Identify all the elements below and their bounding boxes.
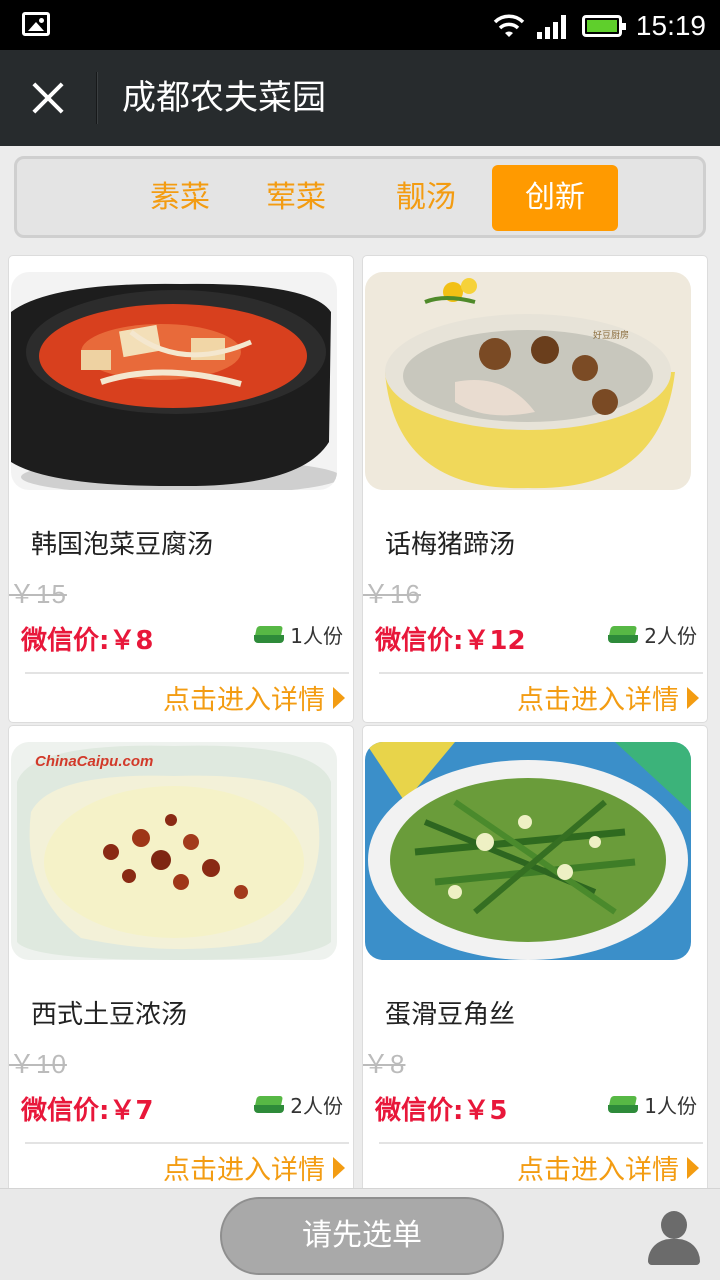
page-title: 成都农夫菜园 (122, 78, 326, 118)
divider (25, 1142, 349, 1144)
arrow-right-icon (333, 1156, 345, 1179)
watermark-text: ChinaCaipu.com (35, 753, 153, 770)
status-icons: 15:19 (492, 6, 706, 46)
wechat-price: 微信价:￥12 (375, 626, 526, 656)
dish-card[interactable]: ChinaCaipu.com 西式土豆浓汤 ￥10 微信价:￥7 2人份 点击进… (8, 725, 354, 1193)
view-details-link[interactable]: 点击进入详情 (163, 1148, 345, 1187)
signal-icon (536, 15, 566, 39)
tab-soup[interactable]: 靓汤 (361, 165, 491, 231)
serving-tray-icon (254, 626, 285, 644)
close-icon[interactable] (24, 74, 72, 122)
view-details-label: 点击进入详情 (163, 1155, 325, 1186)
dish-image[interactable]: 好豆厨房 (365, 272, 691, 490)
wechat-price: 微信价:￥8 (21, 626, 154, 656)
original-price: ￥8 (363, 1049, 406, 1079)
dish-image[interactable]: ChinaCaipu.com (11, 742, 337, 960)
tab-meat[interactable]: 荤菜 (231, 165, 361, 231)
wechat-price: 微信价:￥7 (21, 1096, 154, 1126)
serving-size: 2人份 (254, 1090, 343, 1119)
tab-vegetable[interactable]: 素菜 (115, 165, 245, 231)
dish-card[interactable]: 韩国泡菜豆腐汤 ￥15 微信价:￥8 1人份 点击进入详情 (8, 255, 354, 723)
dish-image[interactable] (365, 742, 691, 960)
divider (25, 672, 349, 674)
wechat-price: 微信价:￥5 (375, 1096, 508, 1126)
image-notification-icon (22, 12, 50, 36)
dish-name: 韩国泡菜豆腐汤 (31, 530, 214, 560)
wifi-icon (493, 14, 525, 37)
divider (379, 672, 703, 674)
serving-label: 2人份 (644, 624, 697, 648)
original-price: ￥10 (9, 1049, 67, 1079)
view-details-link[interactable]: 点击进入详情 (517, 1148, 699, 1187)
dish-card[interactable]: 好豆厨房 话梅猪蹄汤 ￥16 微信价:￥12 2人份 点击进入详情 (362, 255, 708, 723)
original-price: ￥15 (9, 579, 67, 609)
dish-card[interactable]: 蛋滑豆角丝 ￥8 微信价:￥5 1人份 点击进入详情 (362, 725, 708, 1193)
serving-label: 1人份 (290, 624, 343, 648)
clock: 15:19 (635, 10, 706, 41)
view-details-label: 点击进入详情 (517, 1155, 679, 1186)
dish-name: 西式土豆浓汤 (31, 1000, 188, 1030)
arrow-right-icon (687, 1156, 699, 1179)
serving-size: 1人份 (254, 620, 343, 649)
serving-size: 1人份 (608, 1090, 697, 1119)
original-price: ￥16 (363, 579, 421, 609)
category-tabs: 素菜 荤菜 靓汤 创新 (14, 156, 706, 238)
dish-name: 蛋滑豆角丝 (385, 1000, 516, 1030)
select-order-button[interactable]: 请先选单 (220, 1197, 504, 1275)
status-bar: 15:19 (0, 0, 720, 50)
svg-text:好豆厨房: 好豆厨房 (593, 329, 629, 341)
view-details-label: 点击进入详情 (517, 685, 679, 716)
serving-size: 2人份 (608, 620, 697, 649)
user-icon[interactable] (648, 1209, 700, 1265)
header-divider (96, 72, 98, 124)
serving-label: 2人份 (290, 1094, 343, 1118)
serving-tray-icon (608, 1096, 639, 1114)
dish-name: 话梅猪蹄汤 (385, 530, 516, 560)
arrow-right-icon (333, 686, 345, 709)
serving-tray-icon (608, 626, 639, 644)
dish-image[interactable] (11, 272, 337, 490)
battery-icon (581, 15, 626, 37)
app-header: 成都农夫菜园 (0, 50, 720, 146)
tab-innovation[interactable]: 创新 (492, 165, 618, 231)
bottom-bar: 请先选单 (0, 1188, 720, 1280)
serving-label: 1人份 (644, 1094, 697, 1118)
view-details-label: 点击进入详情 (163, 685, 325, 716)
view-details-link[interactable]: 点击进入详情 (163, 678, 345, 717)
divider (379, 1142, 703, 1144)
view-details-link[interactable]: 点击进入详情 (517, 678, 699, 717)
serving-tray-icon (254, 1096, 285, 1114)
arrow-right-icon (687, 686, 699, 709)
